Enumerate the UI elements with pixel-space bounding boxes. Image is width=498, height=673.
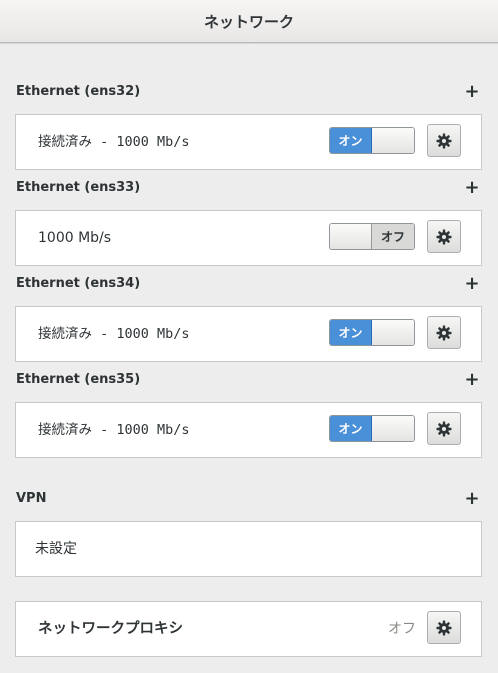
- gear-icon: [436, 325, 452, 340]
- plus-icon: +: [464, 176, 480, 198]
- vpn-status: 未設定: [35, 541, 77, 557]
- vpn-header: VPN +: [16, 487, 482, 509]
- gear-icon: [436, 620, 452, 635]
- section-title: Ethernet (ens32): [16, 83, 141, 99]
- ethernet-ens34-row: 接続済み - 1000 Mb/s オン: [15, 306, 482, 362]
- section-title: Ethernet (ens33): [16, 179, 141, 195]
- add-connection-button[interactable]: +: [462, 272, 482, 294]
- network-proxy-row[interactable]: ネットワークプロキシ オフ: [15, 601, 482, 657]
- toggle-knob: [372, 320, 414, 345]
- add-connection-button[interactable]: +: [462, 176, 482, 198]
- toggle-knob: [372, 128, 414, 153]
- plus-icon: +: [464, 80, 480, 102]
- ethernet-ens34-header: Ethernet (ens34) +: [16, 272, 482, 294]
- add-vpn-button[interactable]: +: [462, 487, 482, 509]
- ethernet-ens32-row: 接続済み - 1000 Mb/s オン: [15, 114, 482, 170]
- settings-button[interactable]: [427, 412, 461, 445]
- connection-status: 接続済み - 1000 Mb/s: [38, 422, 190, 438]
- vpn-row: 未設定: [15, 521, 482, 577]
- settings-button[interactable]: [427, 316, 461, 349]
- connection-toggle[interactable]: オフ: [329, 223, 415, 250]
- ethernet-ens35-header: Ethernet (ens35) +: [16, 368, 482, 390]
- settings-button[interactable]: [427, 124, 461, 157]
- toggle-knob: [372, 416, 414, 441]
- connection-toggle[interactable]: オン: [329, 319, 415, 346]
- connection-toggle[interactable]: オン: [329, 127, 415, 154]
- gear-icon: [436, 421, 452, 436]
- plus-icon: +: [464, 272, 480, 294]
- proxy-label: ネットワークプロキシ: [38, 621, 183, 637]
- settings-button[interactable]: [427, 220, 461, 253]
- ethernet-ens32-header: Ethernet (ens32) +: [16, 80, 482, 102]
- plus-icon: +: [464, 487, 480, 509]
- ethernet-ens33-row: 1000 Mb/s オフ: [15, 210, 482, 266]
- ethernet-ens35-row: 接続済み - 1000 Mb/s オン: [15, 402, 482, 458]
- proxy-state: オフ: [388, 621, 416, 637]
- plus-icon: +: [464, 368, 480, 390]
- toggle-state-label: オフ: [372, 224, 414, 249]
- add-connection-button[interactable]: +: [462, 368, 482, 390]
- connection-status: 1000 Mb/s: [38, 230, 112, 246]
- connection-status: 接続済み - 1000 Mb/s: [38, 134, 190, 150]
- gear-icon: [436, 133, 452, 148]
- proxy-settings-button[interactable]: [427, 611, 461, 644]
- section-title: Ethernet (ens35): [16, 371, 141, 387]
- toggle-state-label: オン: [330, 320, 372, 345]
- add-connection-button[interactable]: +: [462, 80, 482, 102]
- connection-status: 接続済み - 1000 Mb/s: [38, 326, 190, 342]
- section-title: Ethernet (ens34): [16, 275, 141, 291]
- section-title: VPN: [16, 490, 47, 506]
- toggle-state-label: オン: [330, 416, 372, 441]
- window-title: ネットワーク: [203, 12, 294, 31]
- toggle-knob: [330, 224, 372, 249]
- window-titlebar: ネットワーク: [0, 0, 498, 43]
- toggle-state-label: オン: [330, 128, 372, 153]
- connection-toggle[interactable]: オン: [329, 415, 415, 442]
- gear-icon: [436, 229, 452, 244]
- ethernet-ens33-header: Ethernet (ens33) +: [16, 176, 482, 198]
